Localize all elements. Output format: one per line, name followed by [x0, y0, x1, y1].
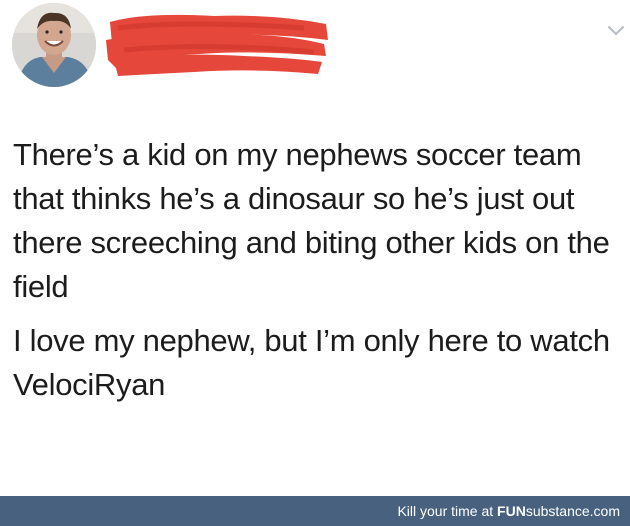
tweet-paragraph-2: I love my nephew, but I’m only here to w…: [13, 323, 610, 402]
chevron-down-icon[interactable]: [606, 24, 626, 38]
name-redaction-scribble: [106, 14, 328, 76]
brand-substance: substance: [525, 503, 590, 519]
brand-tld: .com: [589, 503, 620, 519]
footer-tagline: Kill your time at FUNsubstance.com: [397, 502, 620, 520]
avatar-photo: [12, 3, 96, 87]
tagline-text: Kill your time at: [397, 503, 498, 519]
watermark-footer: Kill your time at FUNsubstance.com: [0, 496, 630, 526]
brand-fun: FUN: [497, 503, 526, 519]
profile-avatar[interactable]: [12, 3, 96, 87]
tweet-body: There’s a kid on my nephews soccer team …: [13, 133, 623, 407]
tweet-paragraph-1: There’s a kid on my nephews soccer team …: [13, 137, 610, 304]
